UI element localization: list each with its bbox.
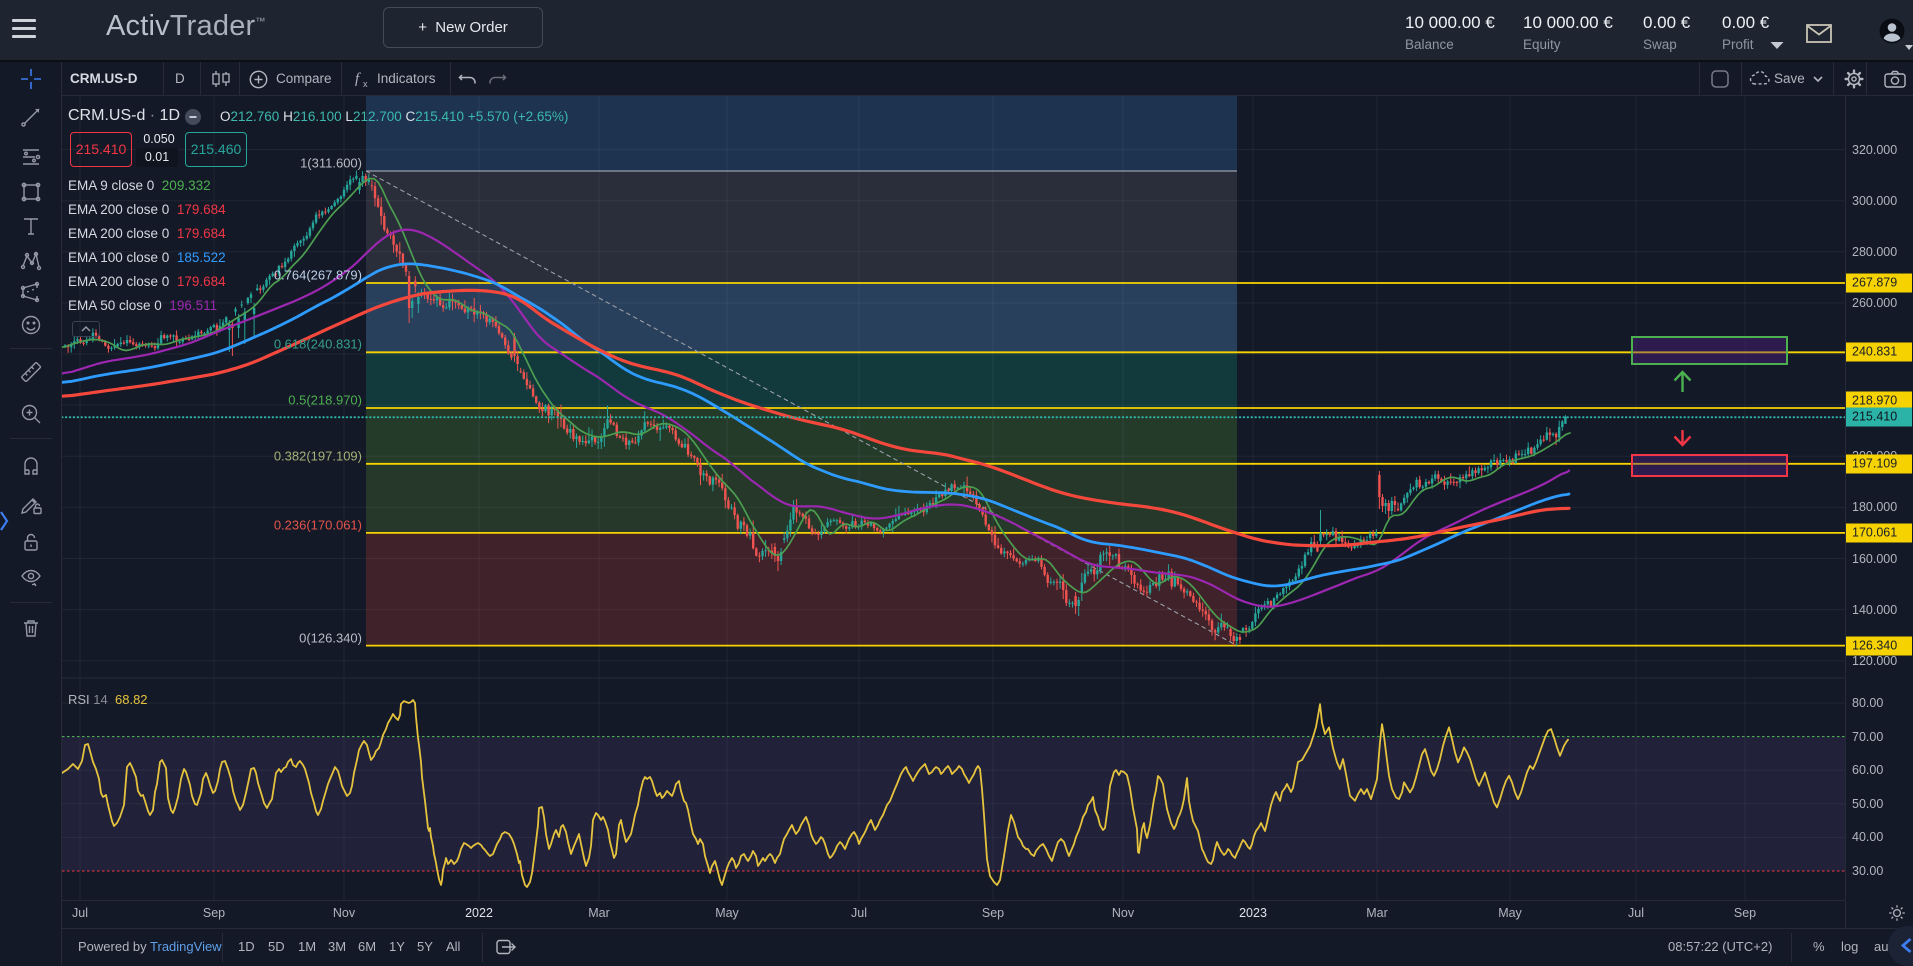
svg-text:x: x [363,79,368,89]
svg-text:f: f [355,71,361,87]
